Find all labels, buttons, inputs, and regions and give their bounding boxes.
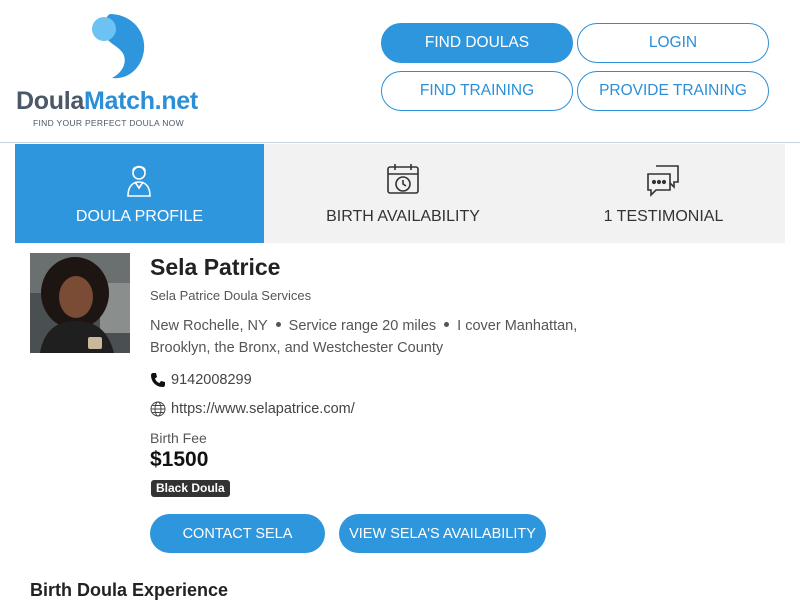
- experience-section-title: Birth Doula Experience: [30, 580, 229, 600]
- logo-wordmark: DoulaMatch.net: [16, 87, 198, 115]
- website-link[interactable]: https://www.selapatrice.com/: [171, 401, 355, 417]
- person-icon: [127, 165, 151, 197]
- chat-bubbles-icon: [647, 165, 679, 197]
- service-range: Service range 20 miles: [288, 318, 437, 334]
- website-row[interactable]: https://www.selapatrice.com/: [150, 401, 355, 417]
- doula-photo: [30, 253, 130, 353]
- login-button[interactable]: LOGIN: [577, 23, 769, 63]
- tab-testimonials[interactable]: 1 TESTIMONIAL: [542, 144, 785, 243]
- coverage-area-cont: Brooklyn, the Bronx, and Westchester Cou…: [150, 340, 444, 356]
- view-availability-button[interactable]: VIEW SELA'S AVAILABILITY: [339, 514, 546, 553]
- provide-training-button[interactable]: PROVIDE TRAINING: [577, 71, 769, 111]
- business-name: Sela Patrice Doula Services: [150, 288, 312, 303]
- globe-icon: [150, 401, 166, 417]
- status-badge: Black Doula: [151, 480, 230, 497]
- phone-number[interactable]: 9142008299: [171, 372, 252, 388]
- location-info: New Rochelle, NY Service range 20 miles I …: [150, 315, 610, 359]
- tab-label: BIRTH AVAILABILITY: [326, 208, 480, 225]
- calendar-clock-icon: [387, 164, 419, 194]
- coverage-area: I cover Manhattan,: [457, 318, 578, 334]
- tab-label: DOULA PROFILE: [75, 208, 204, 225]
- birth-fee-value: $1500: [150, 448, 209, 471]
- profile-tabs: DOULA PROFILE BIRTH AVAILABILITY 1 TESTI…: [15, 144, 785, 243]
- tab-label: 1 TESTIMONIAL: [603, 208, 724, 225]
- site-logo[interactable]: DoulaMatch.net FIND YOUR PERFECT DOULA N…: [16, 10, 226, 135]
- find-doulas-button[interactable]: FIND DOULAS: [381, 23, 573, 63]
- separator-dot: [275, 322, 281, 328]
- phone-row[interactable]: 9142008299: [150, 372, 252, 388]
- site-header: DoulaMatch.net FIND YOUR PERFECT DOULA N…: [0, 0, 800, 143]
- phone-icon: [151, 373, 165, 387]
- city: New Rochelle, NY: [150, 318, 268, 334]
- logo-mark-icon: [92, 14, 145, 79]
- doula-name: Sela Patrice: [150, 254, 281, 280]
- tab-doula-profile[interactable]: DOULA PROFILE: [15, 144, 264, 243]
- logo-tagline: FIND YOUR PERFECT DOULA NOW: [33, 118, 184, 128]
- tab-birth-availability[interactable]: BIRTH AVAILABILITY: [264, 144, 542, 243]
- birth-fee-label: Birth Fee: [150, 430, 207, 446]
- contact-doula-button[interactable]: CONTACT SELA: [150, 514, 325, 553]
- separator-dot: [444, 322, 450, 328]
- find-training-button[interactable]: FIND TRAINING: [381, 71, 573, 111]
